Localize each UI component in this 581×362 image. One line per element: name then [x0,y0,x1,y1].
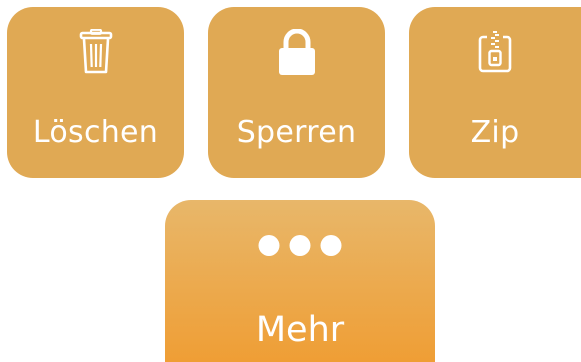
dot-icon [320,235,342,256]
delete-button[interactable]: Löschen [7,7,184,178]
more-dots-icon [258,235,342,256]
lock-icon [275,29,319,83]
zip-button[interactable]: Zip [409,7,581,178]
dot-icon [289,235,311,256]
delete-label: Löschen [32,115,159,150]
zip-archive-icon [473,29,517,83]
action-panel: Löschen Sperren Zip Mehr [0,0,581,362]
trash-icon [74,29,118,83]
dot-icon [258,235,280,256]
lock-label: Sperren [236,115,357,150]
more-button[interactable]: Mehr [165,200,435,362]
lock-button[interactable]: Sperren [208,7,385,178]
zip-label: Zip [470,115,520,150]
more-label: Mehr [255,310,345,350]
